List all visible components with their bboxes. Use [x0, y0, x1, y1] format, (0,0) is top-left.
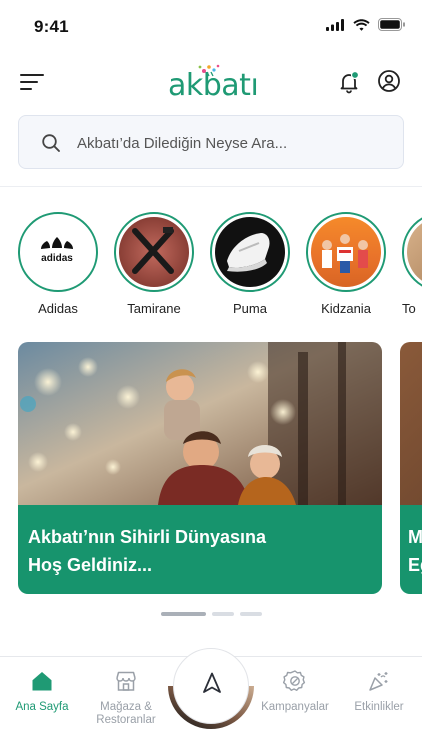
app-header: akbatı — [0, 58, 422, 106]
tab-etkinlikler[interactable]: Etkinlikler — [337, 657, 421, 735]
store-icon — [116, 671, 136, 691]
party-icon — [369, 672, 388, 691]
banner-welcome[interactable]: Akbatı’nın Sihirli Dünyasına Hoş Geldini… — [18, 342, 382, 594]
pager-dot[interactable] — [240, 612, 262, 616]
banner-photo — [18, 342, 382, 505]
search-icon — [42, 134, 60, 152]
wifi-icon — [353, 18, 370, 31]
story-ring: adidas — [18, 212, 98, 292]
banner-title-line1: Akbatı’nın Sihirli Dünyasına — [28, 527, 267, 547]
banner-next[interactable]: M Eğ — [400, 342, 422, 594]
story-partial[interactable]: To — [402, 212, 422, 322]
banner-title-line2: Hoş Geldiniz... — [28, 555, 153, 575]
story-partial-image — [407, 217, 422, 287]
story-ring — [402, 212, 422, 292]
cellular-signal-icon — [326, 18, 344, 31]
banner-caption: Akbatı’nın Sihirli Dünyasına Hoş Geldini… — [18, 505, 382, 594]
banner-carousel: Akbatı’nın Sihirli Dünyasına Hoş Geldini… — [0, 342, 422, 596]
tab-label: Kampanyalar — [261, 701, 329, 713]
adidas-logo-image: adidas — [23, 217, 93, 287]
banner-title-line1: M — [408, 527, 422, 547]
tab-label: Mağaza & Restoranlar — [96, 701, 156, 726]
pager-dot[interactable] — [212, 612, 234, 616]
search-bar[interactable] — [18, 115, 404, 169]
banner-caption: M Eğ — [400, 505, 422, 594]
status-time: 9:41 — [34, 17, 69, 36]
banner-photo — [400, 342, 422, 505]
status-bar: 9:41 — [0, 0, 422, 52]
akbati-logo: akbatı — [168, 64, 259, 103]
puma-shoe-image — [215, 217, 285, 287]
home-icon — [32, 672, 52, 691]
story-tamirane[interactable]: Tamirane — [114, 212, 194, 322]
battery-icon — [378, 18, 405, 31]
tamirane-image — [119, 217, 189, 287]
tab-label: Ana Sayfa — [15, 701, 69, 713]
status-icons — [326, 18, 406, 31]
svg-text:adidas: adidas — [41, 253, 73, 264]
kidzania-image — [311, 217, 381, 287]
logo-text: akbatı — [168, 68, 259, 103]
story-ring — [210, 212, 290, 292]
tab-kampanyalar[interactable]: Kampanyalar — [253, 657, 337, 735]
center-button-face — [173, 648, 249, 724]
badge-percent-icon — [283, 670, 306, 691]
menu-icon[interactable] — [20, 72, 44, 92]
tab-ana-sayfa[interactable]: Ana Sayfa — [0, 657, 84, 735]
center-navigation-button[interactable] — [165, 640, 257, 732]
navigation-arrow-icon — [203, 672, 221, 693]
story-puma[interactable]: Puma — [210, 212, 290, 322]
story-adidas[interactable]: adidas Adidas — [18, 212, 98, 322]
story-label: To — [402, 301, 416, 316]
tab-magaza-restoranlar[interactable]: Mağaza & Restoranlar — [84, 657, 168, 735]
notification-bell-icon[interactable] — [337, 70, 361, 94]
tab-label: Etkinlikler — [354, 701, 404, 713]
header-divider — [0, 186, 422, 187]
search-input[interactable] — [77, 128, 387, 158]
story-ring — [306, 212, 386, 292]
story-ring — [114, 212, 194, 292]
brand-stories: adidas Adidas Tamirane Puma Kidzania To — [0, 212, 422, 324]
banner-title-line2: Eğ — [408, 555, 422, 575]
story-label: Kidzania — [321, 301, 371, 316]
profile-icon[interactable] — [377, 69, 401, 93]
carousel-pager — [161, 612, 262, 616]
pager-dot-active[interactable] — [161, 612, 206, 616]
story-kidzania[interactable]: Kidzania — [306, 212, 386, 322]
